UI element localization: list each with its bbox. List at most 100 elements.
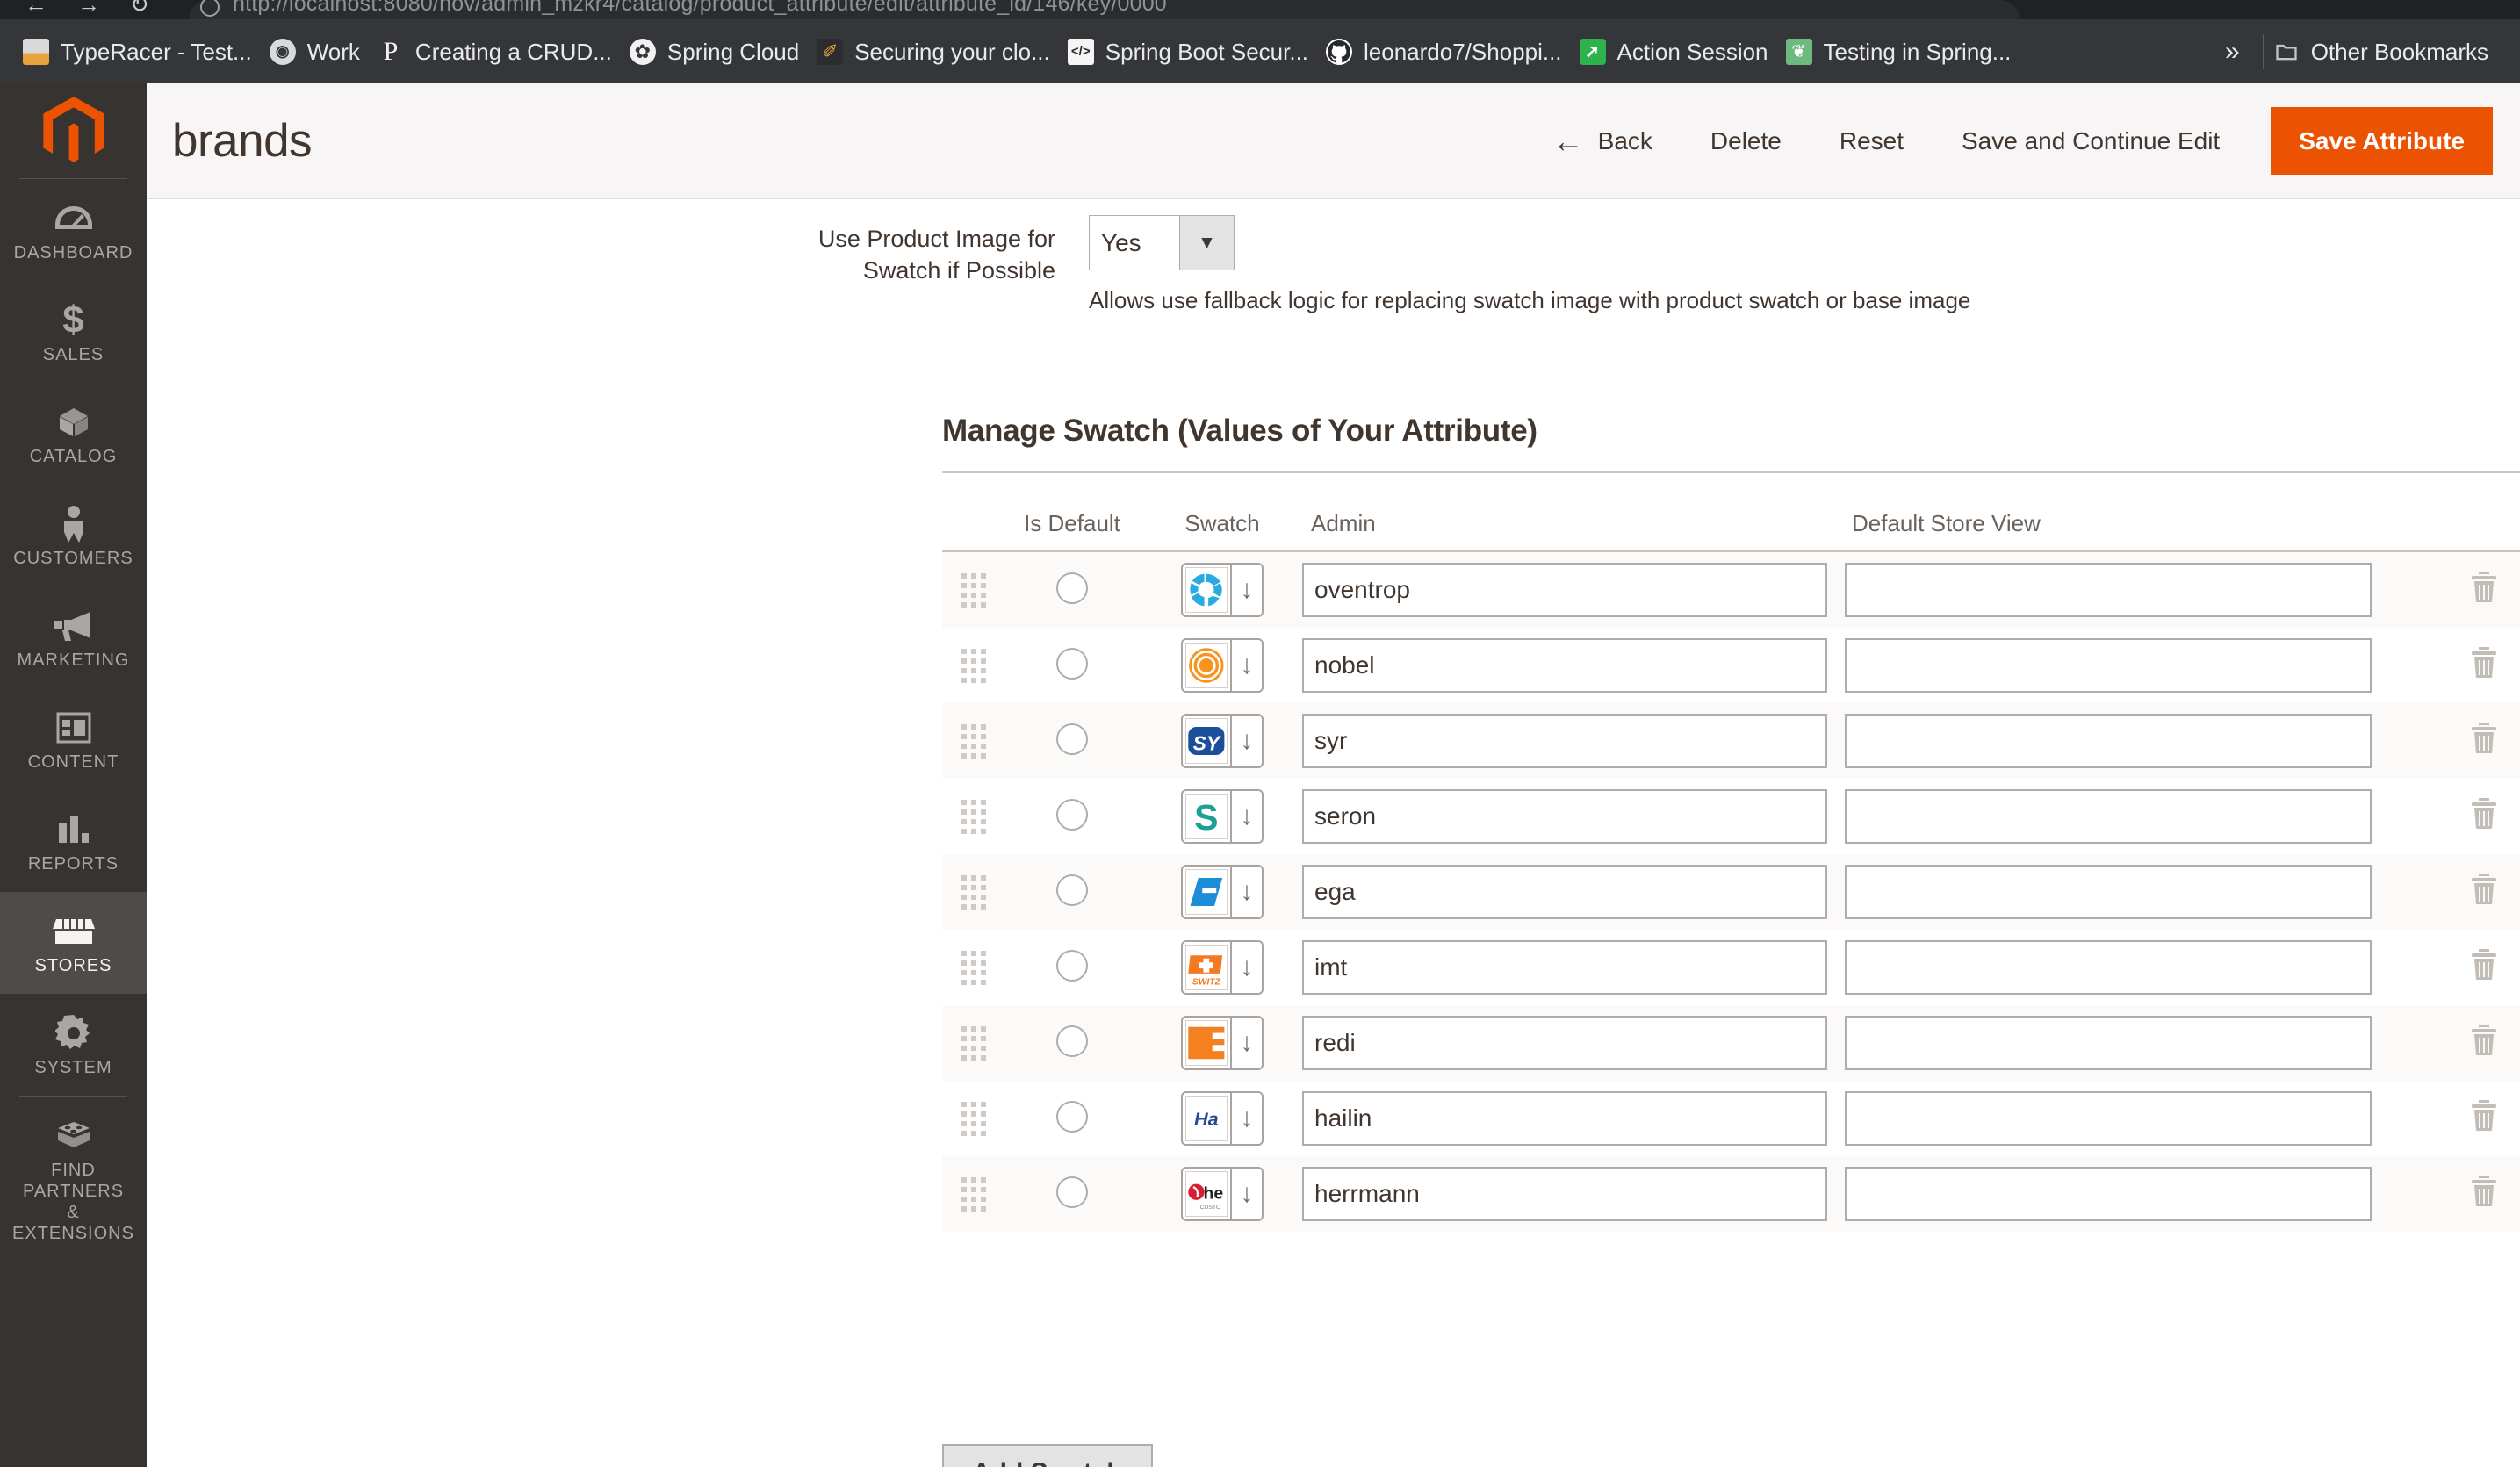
swatch-picker[interactable]: SWITZ ↓ xyxy=(1181,940,1264,995)
admin-value-input[interactable] xyxy=(1302,714,1827,768)
trash-icon[interactable] xyxy=(2469,797,2499,836)
drag-handle-icon[interactable] xyxy=(961,1176,1002,1212)
back-button[interactable]: ← Back xyxy=(1523,125,1681,157)
is-default-radio[interactable] xyxy=(1056,1025,1088,1057)
swatch-picker[interactable]: he CUSTO ↓ xyxy=(1181,1167,1264,1221)
magento-logo[interactable] xyxy=(0,83,147,178)
is-default-radio[interactable] xyxy=(1056,949,1088,982)
trash-icon[interactable] xyxy=(2469,948,2499,987)
sidebar-item-catalog[interactable]: CATALOG xyxy=(0,383,147,485)
admin-value-input[interactable] xyxy=(1302,1091,1827,1146)
seron-logo-icon[interactable]: S xyxy=(1183,791,1232,842)
admin-value-input[interactable] xyxy=(1302,1016,1827,1070)
trash-icon[interactable] xyxy=(2469,1099,2499,1138)
arrow-down-icon[interactable]: ↓ xyxy=(1232,791,1262,842)
sidebar-item-customers[interactable]: CUSTOMERS xyxy=(0,485,147,586)
save-attribute-button[interactable]: Save Attribute xyxy=(2271,107,2493,175)
reload-icon[interactable]: ↻ xyxy=(130,0,149,18)
is-default-radio[interactable] xyxy=(1056,647,1088,680)
is-default-radio[interactable] xyxy=(1056,1176,1088,1208)
hailin-logo-icon[interactable]: Ha xyxy=(1183,1093,1232,1144)
default-store-view-input[interactable] xyxy=(1845,563,2372,617)
drag-handle-icon[interactable] xyxy=(961,572,1002,608)
bookmark-creating-crud[interactable]: P Creating a CRUD... xyxy=(374,19,626,83)
admin-value-input[interactable] xyxy=(1302,1167,1827,1221)
trash-icon[interactable] xyxy=(2469,722,2499,760)
is-default-radio[interactable] xyxy=(1056,723,1088,755)
arrow-down-icon[interactable]: ↓ xyxy=(1232,867,1262,917)
bookmark-securing-your-cloud[interactable]: ✐ Securing your clo... xyxy=(813,19,1064,83)
arrow-down-icon[interactable]: ↓ xyxy=(1232,716,1262,766)
bookmarks-overflow-button[interactable]: » xyxy=(2202,38,2263,65)
arrow-down-icon[interactable]: ↓ xyxy=(1232,942,1262,993)
other-bookmarks-button[interactable]: Other Bookmarks xyxy=(2270,19,2502,83)
bookmark-typeracer[interactable]: TypeRacer - Test... xyxy=(19,19,266,83)
trash-icon[interactable] xyxy=(2469,1024,2499,1062)
oventrop-logo-icon[interactable] xyxy=(1183,565,1232,615)
add-swatch-button[interactable]: Add Swatch xyxy=(942,1444,1153,1467)
swatch-picker[interactable]: Ha ↓ xyxy=(1181,1091,1264,1146)
sidebar-item-dashboard[interactable]: DASHBOARD xyxy=(0,179,147,281)
admin-value-input[interactable] xyxy=(1302,789,1827,844)
is-default-radio[interactable] xyxy=(1056,798,1088,831)
chevron-down-icon[interactable]: ▼ xyxy=(1179,216,1234,270)
bookmark-testing-in-spring[interactable]: ❦ Testing in Spring... xyxy=(1782,19,2026,83)
arrow-down-icon[interactable]: ↓ xyxy=(1232,1169,1262,1219)
swatch-picker[interactable]: ↓ xyxy=(1181,1016,1264,1070)
bookmark-spring-cloud[interactable]: ✿ Spring Cloud xyxy=(626,19,813,83)
trash-icon[interactable] xyxy=(2469,646,2499,685)
admin-value-input[interactable] xyxy=(1302,563,1827,617)
bookmark-work[interactable]: ◉ Work xyxy=(266,19,374,83)
admin-value-input[interactable] xyxy=(1302,638,1827,693)
default-store-view-input[interactable] xyxy=(1845,789,2372,844)
drag-handle-icon[interactable] xyxy=(961,799,1002,834)
default-store-view-input[interactable] xyxy=(1845,1167,2372,1221)
is-default-radio[interactable] xyxy=(1056,1100,1088,1133)
syr-logo-icon[interactable]: SY xyxy=(1183,716,1232,766)
drag-handle-icon[interactable] xyxy=(961,648,1002,683)
sidebar-item-system[interactable]: SYSTEM xyxy=(0,994,147,1096)
is-default-radio[interactable] xyxy=(1056,874,1088,906)
arrow-down-icon[interactable]: ↓ xyxy=(1232,1093,1262,1144)
default-store-view-input[interactable] xyxy=(1845,714,2372,768)
is-default-radio[interactable] xyxy=(1056,572,1088,604)
default-store-view-input[interactable] xyxy=(1845,1016,2372,1070)
default-store-view-input[interactable] xyxy=(1845,940,2372,995)
swatch-picker[interactable]: ↓ xyxy=(1181,865,1264,919)
default-store-view-input[interactable] xyxy=(1845,1091,2372,1146)
sidebar-item-find-partners[interactable]: FIND PARTNERS & EXTENSIONS xyxy=(0,1097,147,1262)
sidebar-item-marketing[interactable]: MARKETING xyxy=(0,586,147,688)
imt-switz-logo-icon[interactable]: SWITZ xyxy=(1183,942,1232,993)
arrow-down-icon[interactable]: ↓ xyxy=(1232,565,1262,615)
default-store-view-input[interactable] xyxy=(1845,638,2372,693)
swatch-picker[interactable]: S ↓ xyxy=(1181,789,1264,844)
bookmark-github-repo[interactable]: leonardo7/Shoppi... xyxy=(1322,19,1576,83)
sidebar-item-stores[interactable]: STORES xyxy=(0,892,147,994)
forward-nav-icon[interactable]: → xyxy=(77,0,100,18)
drag-handle-icon[interactable] xyxy=(961,1101,1002,1136)
drag-handle-icon[interactable] xyxy=(961,874,1002,910)
default-store-view-input[interactable] xyxy=(1845,865,2372,919)
drag-handle-icon[interactable] xyxy=(961,723,1002,759)
reset-button[interactable]: Reset xyxy=(1811,127,1933,155)
swatch-picker[interactable]: ↓ xyxy=(1181,638,1264,693)
back-nav-icon[interactable]: ← xyxy=(25,0,47,18)
trash-icon[interactable] xyxy=(2469,1175,2499,1213)
trash-icon[interactable] xyxy=(2469,873,2499,911)
bookmark-spring-boot-security[interactable]: </> Spring Boot Secur... xyxy=(1064,19,1322,83)
sidebar-item-content[interactable]: CONTENT xyxy=(0,688,147,790)
trash-icon[interactable] xyxy=(2469,571,2499,609)
admin-value-input[interactable] xyxy=(1302,865,1827,919)
nobel-logo-icon[interactable] xyxy=(1183,640,1232,691)
sidebar-item-sales[interactable]: $ SALES xyxy=(0,281,147,383)
delete-button[interactable]: Delete xyxy=(1681,127,1811,155)
redi-logo-icon[interactable] xyxy=(1183,1018,1232,1068)
drag-handle-icon[interactable] xyxy=(961,950,1002,985)
drag-handle-icon[interactable] xyxy=(961,1025,1002,1061)
save-and-continue-button[interactable]: Save and Continue Edit xyxy=(1933,127,2249,155)
arrow-down-icon[interactable]: ↓ xyxy=(1232,640,1262,691)
ega-logo-icon[interactable] xyxy=(1183,867,1232,917)
swatch-picker[interactable]: SY ↓ xyxy=(1181,714,1264,768)
herrmann-logo-icon[interactable]: he CUSTO xyxy=(1183,1169,1232,1219)
swatch-picker[interactable]: ↓ xyxy=(1181,563,1264,617)
